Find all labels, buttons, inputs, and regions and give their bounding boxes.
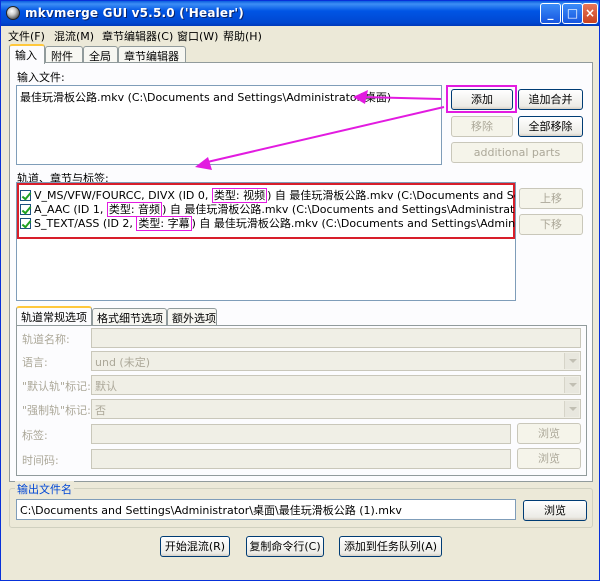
output-path-input[interactable]: C:\Documents and Settings\Administrator\… <box>16 499 516 520</box>
window-title: mkvmerge GUI v5.5.0 ('Healer') <box>25 6 244 20</box>
track-type: 类型: 视频 <box>211 188 268 203</box>
remove-button[interactable]: 移除 <box>451 116 513 137</box>
default-flag-select[interactable]: 默认 <box>91 375 581 395</box>
track-item-video[interactable]: V_MS/VFW/FOURCC, DIVX (ID 0, 类型: 视频) 自 最… <box>20 188 515 203</box>
chevron-down-icon <box>564 353 579 369</box>
menu-bar: 文件(F) 混流(M) 章节编辑器(C) 窗口(W) 帮助(H) <box>1 26 599 44</box>
start-muxing-button[interactable]: 开始混流(R) <box>160 536 230 557</box>
tags-browse-button[interactable]: 浏览 <box>517 423 581 444</box>
track-type: 类型: 音频 <box>106 202 163 217</box>
mkvmerge-app-icon <box>6 6 20 20</box>
track-item-audio[interactable]: A_AAC (ID 1, 类型: 音频) 自 最佳玩滑板公路.mkv (C:\D… <box>20 202 515 217</box>
track-codec: V_MS/VFW/FOURCC, DIVX (ID 0, <box>34 189 212 202</box>
tab-input[interactable]: 输入 <box>9 44 45 64</box>
subtab-format[interactable]: 格式细节选项 <box>92 308 167 325</box>
language-value: und (未定) <box>95 356 151 369</box>
remove-all-button[interactable]: 全部移除 <box>518 116 583 137</box>
timecodes-label: 时间码: <box>22 454 59 467</box>
subtab-general[interactable]: 轨道常规选项 <box>16 306 92 325</box>
track-type: 类型: 字幕 <box>136 216 192 231</box>
title-bar[interactable]: mkvmerge GUI v5.5.0 ('Healer') _ □ × <box>1 1 599 26</box>
track-codec: S_TEXT/ASS (ID 2, <box>34 217 137 230</box>
menu-chapter-editor[interactable]: 章节编辑器(C) <box>102 28 173 44</box>
add-to-job-queue-button[interactable]: 添加到任务队列(A) <box>339 536 442 557</box>
tags-input[interactable] <box>91 424 511 444</box>
default-flag-label: "默认轨"标记: <box>22 380 91 393</box>
additional-parts-button[interactable]: additional parts <box>451 142 583 163</box>
append-button[interactable]: 追加合并 <box>518 89 583 110</box>
track-checkbox[interactable] <box>20 190 31 201</box>
menu-help[interactable]: 帮助(H) <box>223 28 262 44</box>
chevron-down-icon <box>564 377 579 393</box>
language-select[interactable]: und (未定) <box>91 351 581 371</box>
input-files-label: 输入文件: <box>17 71 65 84</box>
menu-mux[interactable]: 混流(M) <box>54 28 94 44</box>
track-name-label: 轨道名称: <box>22 333 70 346</box>
track-name-input[interactable] <box>91 328 581 348</box>
track-source: ) 自 最佳玩滑板公路.mkv (C:\Documents and Settin… <box>267 189 515 202</box>
track-checkbox[interactable] <box>20 218 31 229</box>
output-browse-button[interactable]: 浏览 <box>523 500 587 521</box>
input-tab-panel: 输入文件: 最佳玩滑板公路.mkv (C:\Documents and Sett… <box>9 62 593 482</box>
move-down-button[interactable]: 下移 <box>519 214 583 235</box>
track-source: ) 自 最佳玩滑板公路.mkv (C:\Documents and Settin… <box>191 217 516 230</box>
timecodes-input[interactable] <box>91 449 511 469</box>
input-files-list[interactable]: 最佳玩滑板公路.mkv (C:\Documents and Settings\A… <box>16 85 442 165</box>
tags-label: 标签: <box>22 429 48 442</box>
language-label: 语言: <box>22 356 48 369</box>
subtab-extra[interactable]: 额外选项 <box>167 308 217 325</box>
tab-chapter-editor[interactable]: 章节编辑器 <box>118 46 186 63</box>
close-button[interactable]: × <box>582 3 598 24</box>
forced-flag-select[interactable]: 否 <box>91 399 581 419</box>
track-checkbox[interactable] <box>20 204 31 215</box>
timecodes-browse-button[interactable]: 浏览 <box>517 448 581 469</box>
maximize-button[interactable]: □ <box>562 3 583 24</box>
main-window: mkvmerge GUI v5.5.0 ('Healer') _ □ × 文件(… <box>0 0 600 581</box>
tab-attachments[interactable]: 附件 <box>45 46 83 63</box>
add-button[interactable]: 添加 <box>451 89 513 110</box>
tracks-list[interactable]: V_MS/VFW/FOURCC, DIVX (ID 0, 类型: 视频) 自 最… <box>16 182 516 301</box>
default-flag-value: 默认 <box>95 380 117 393</box>
input-file-item[interactable]: 最佳玩滑板公路.mkv (C:\Documents and Settings\A… <box>20 89 391 105</box>
move-up-button[interactable]: 上移 <box>519 188 583 209</box>
menu-file[interactable]: 文件(F) <box>8 28 45 44</box>
output-group-title: 输出文件名 <box>15 481 74 497</box>
track-item-subtitle[interactable]: S_TEXT/ASS (ID 2, 类型: 字幕) 自 最佳玩滑板公路.mkv … <box>20 216 516 231</box>
minimize-button[interactable]: _ <box>540 3 561 24</box>
menu-window[interactable]: 窗口(W) <box>177 28 218 44</box>
copy-command-line-button[interactable]: 复制命令行(C) <box>246 536 324 557</box>
forced-flag-label: "强制轨"标记: <box>22 404 91 417</box>
chevron-down-icon <box>564 401 579 417</box>
tab-global[interactable]: 全局 <box>83 46 118 63</box>
track-codec: A_AAC (ID 1, <box>34 203 107 216</box>
track-source: ) 自 最佳玩滑板公路.mkv (C:\Documents and Settin… <box>162 203 515 216</box>
options-panel: 轨道名称: 语言: und (未定) "默认轨"标记: 默认 "强制轨"标记: … <box>16 325 587 476</box>
forced-flag-value: 否 <box>95 404 106 417</box>
